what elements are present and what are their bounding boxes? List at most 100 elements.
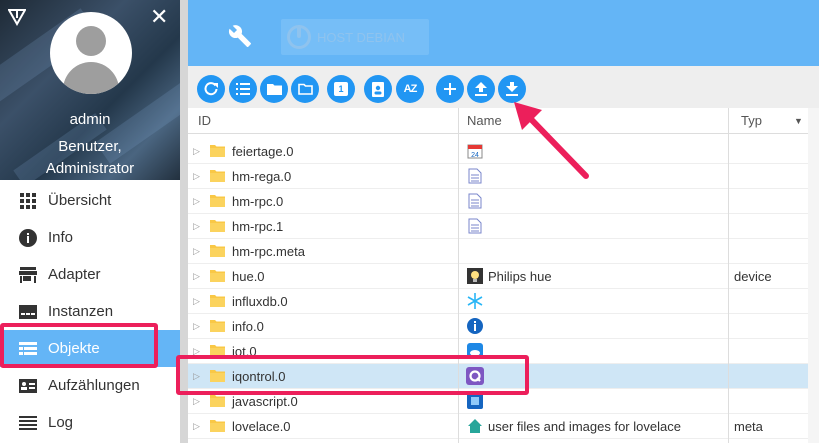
nav-item-uebersicht[interactable]: Übersicht	[0, 182, 180, 219]
list-view-icon	[236, 83, 250, 95]
nav-label: Übersicht	[48, 192, 112, 209]
expand-icon[interactable]: ▷	[193, 194, 203, 208]
folder-icon	[210, 393, 225, 408]
folder-icon	[210, 318, 225, 333]
scrollbar[interactable]	[808, 108, 819, 443]
folder-outline-button[interactable]	[291, 75, 319, 103]
info-icon	[18, 228, 38, 248]
nav-item-adapter[interactable]: Adapter	[0, 256, 180, 293]
expand-icon[interactable]: ▷	[193, 244, 203, 258]
user-role-line2: Administrator	[45, 160, 135, 177]
column-filter-icon[interactable]: ▼	[794, 108, 803, 134]
column-header-name[interactable]: Name	[467, 108, 502, 134]
column-header-id[interactable]: ID	[198, 108, 211, 134]
host-button[interactable]: HOST DEBIAN	[281, 19, 429, 55]
number-label: 1	[338, 84, 344, 94]
upload-button[interactable]	[467, 75, 495, 103]
nav-label: Instanzen	[48, 303, 114, 320]
column-divider	[728, 108, 729, 443]
expand-icon[interactable]: ▷	[193, 394, 203, 408]
svg-text:24: 24	[471, 152, 479, 159]
number-button[interactable]: 1	[327, 75, 355, 103]
table-row[interactable]: ▷ hm-rpc.meta	[188, 239, 819, 264]
row-name: Philips hue	[488, 269, 552, 284]
folder-icon	[210, 268, 225, 283]
folder-icon	[210, 168, 225, 183]
list-view-button[interactable]	[229, 75, 257, 103]
user-badge-button[interactable]	[364, 75, 392, 103]
refresh-button[interactable]	[197, 75, 225, 103]
sidebar: ✕ admin Benutzer, Administrator Übersich…	[0, 0, 180, 443]
nav-item-info[interactable]: Info	[0, 219, 180, 256]
profile-panel: ✕ admin Benutzer, Administrator	[0, 0, 180, 180]
row-id: hm-rpc.meta	[232, 244, 305, 259]
expand-icon[interactable]: ▷	[193, 319, 203, 333]
host-label: HOST DEBIAN	[317, 29, 405, 45]
table-row[interactable]: ▷ lovelace.0 user files and images for lov…	[188, 414, 819, 439]
table-row[interactable]: ▷ hue.0 Philips hue device	[188, 264, 819, 289]
avatar	[50, 12, 132, 94]
expand-icon[interactable]: ▷	[193, 419, 203, 433]
table-row[interactable]: ▷ hm-rpc.1	[188, 214, 819, 239]
row-id: feiertage.0	[232, 144, 294, 159]
doc-icon	[466, 192, 484, 210]
folder-outline-icon	[297, 83, 313, 95]
annotation-highlight-nav	[0, 323, 158, 368]
row-id: info.0	[232, 319, 264, 334]
doc-icon	[466, 217, 484, 235]
instances-icon	[18, 302, 38, 322]
table-row[interactable]: ▷ feiertage.0 24	[188, 139, 819, 164]
object-toolbar: 1 AZ	[188, 66, 819, 108]
add-icon	[444, 83, 456, 95]
logo-icon[interactable]	[8, 8, 26, 26]
grid-icon	[18, 191, 38, 211]
user-badge-icon	[372, 81, 384, 97]
table-row[interactable]: ▷ influxdb.0	[188, 289, 819, 314]
nav-label: Aufzählungen	[48, 377, 140, 394]
close-icon[interactable]: ✕	[150, 6, 168, 28]
enum-icon	[18, 376, 38, 396]
refresh-icon	[204, 82, 218, 96]
annotation-arrow	[514, 102, 589, 179]
add-button[interactable]	[436, 75, 464, 103]
store-icon	[18, 265, 38, 285]
table-row[interactable]: ▷ hm-rpc.0	[188, 189, 819, 214]
doc-icon	[466, 167, 484, 185]
folder-button[interactable]	[260, 75, 288, 103]
row-id: hm-rpc.1	[232, 219, 284, 234]
upload-icon	[475, 82, 487, 96]
expand-icon[interactable]: ▷	[193, 169, 203, 183]
expand-icon[interactable]: ▷	[193, 269, 203, 283]
nav-label: Info	[48, 229, 74, 246]
nav-menu: Übersicht Info Adapter Instanzen Objekte	[0, 182, 180, 441]
table-row[interactable]: ▷ hm-rega.0	[188, 164, 819, 189]
row-typ: device	[734, 269, 772, 284]
row-typ: meta	[734, 419, 763, 434]
folder-icon	[210, 293, 225, 308]
log-icon	[18, 413, 38, 433]
row-id: hm-rpc.0	[232, 194, 284, 209]
row-id: lovelace.0	[232, 419, 291, 434]
user-name: admin	[69, 111, 111, 128]
folder-icon	[210, 143, 225, 158]
table-row[interactable]: ▷ info.0	[188, 314, 819, 339]
expand-icon[interactable]: ▷	[193, 294, 203, 308]
calendar-icon: 24	[466, 142, 484, 160]
snowflake-icon	[466, 292, 484, 310]
nav-item-aufzaehlungen[interactable]: Aufzählungen	[0, 367, 180, 404]
power-icon	[287, 25, 311, 49]
column-header-typ[interactable]: Typ	[741, 108, 762, 134]
wrench-icon[interactable]	[228, 24, 252, 48]
nav-label: Log	[48, 414, 74, 431]
nav-label: Adapter	[48, 266, 101, 283]
annotation-highlight-row	[176, 355, 529, 395]
download-icon	[506, 82, 518, 96]
expand-icon[interactable]: ▷	[193, 144, 203, 158]
row-name: user files and images for lovelace	[488, 419, 681, 434]
row-id: hm-rega.0	[232, 169, 292, 184]
nav-item-log[interactable]: Log	[0, 404, 180, 441]
row-id: hue.0	[232, 269, 265, 284]
sort-button[interactable]: AZ	[396, 75, 424, 103]
expand-icon[interactable]: ▷	[193, 219, 203, 233]
folder-icon	[266, 84, 282, 95]
